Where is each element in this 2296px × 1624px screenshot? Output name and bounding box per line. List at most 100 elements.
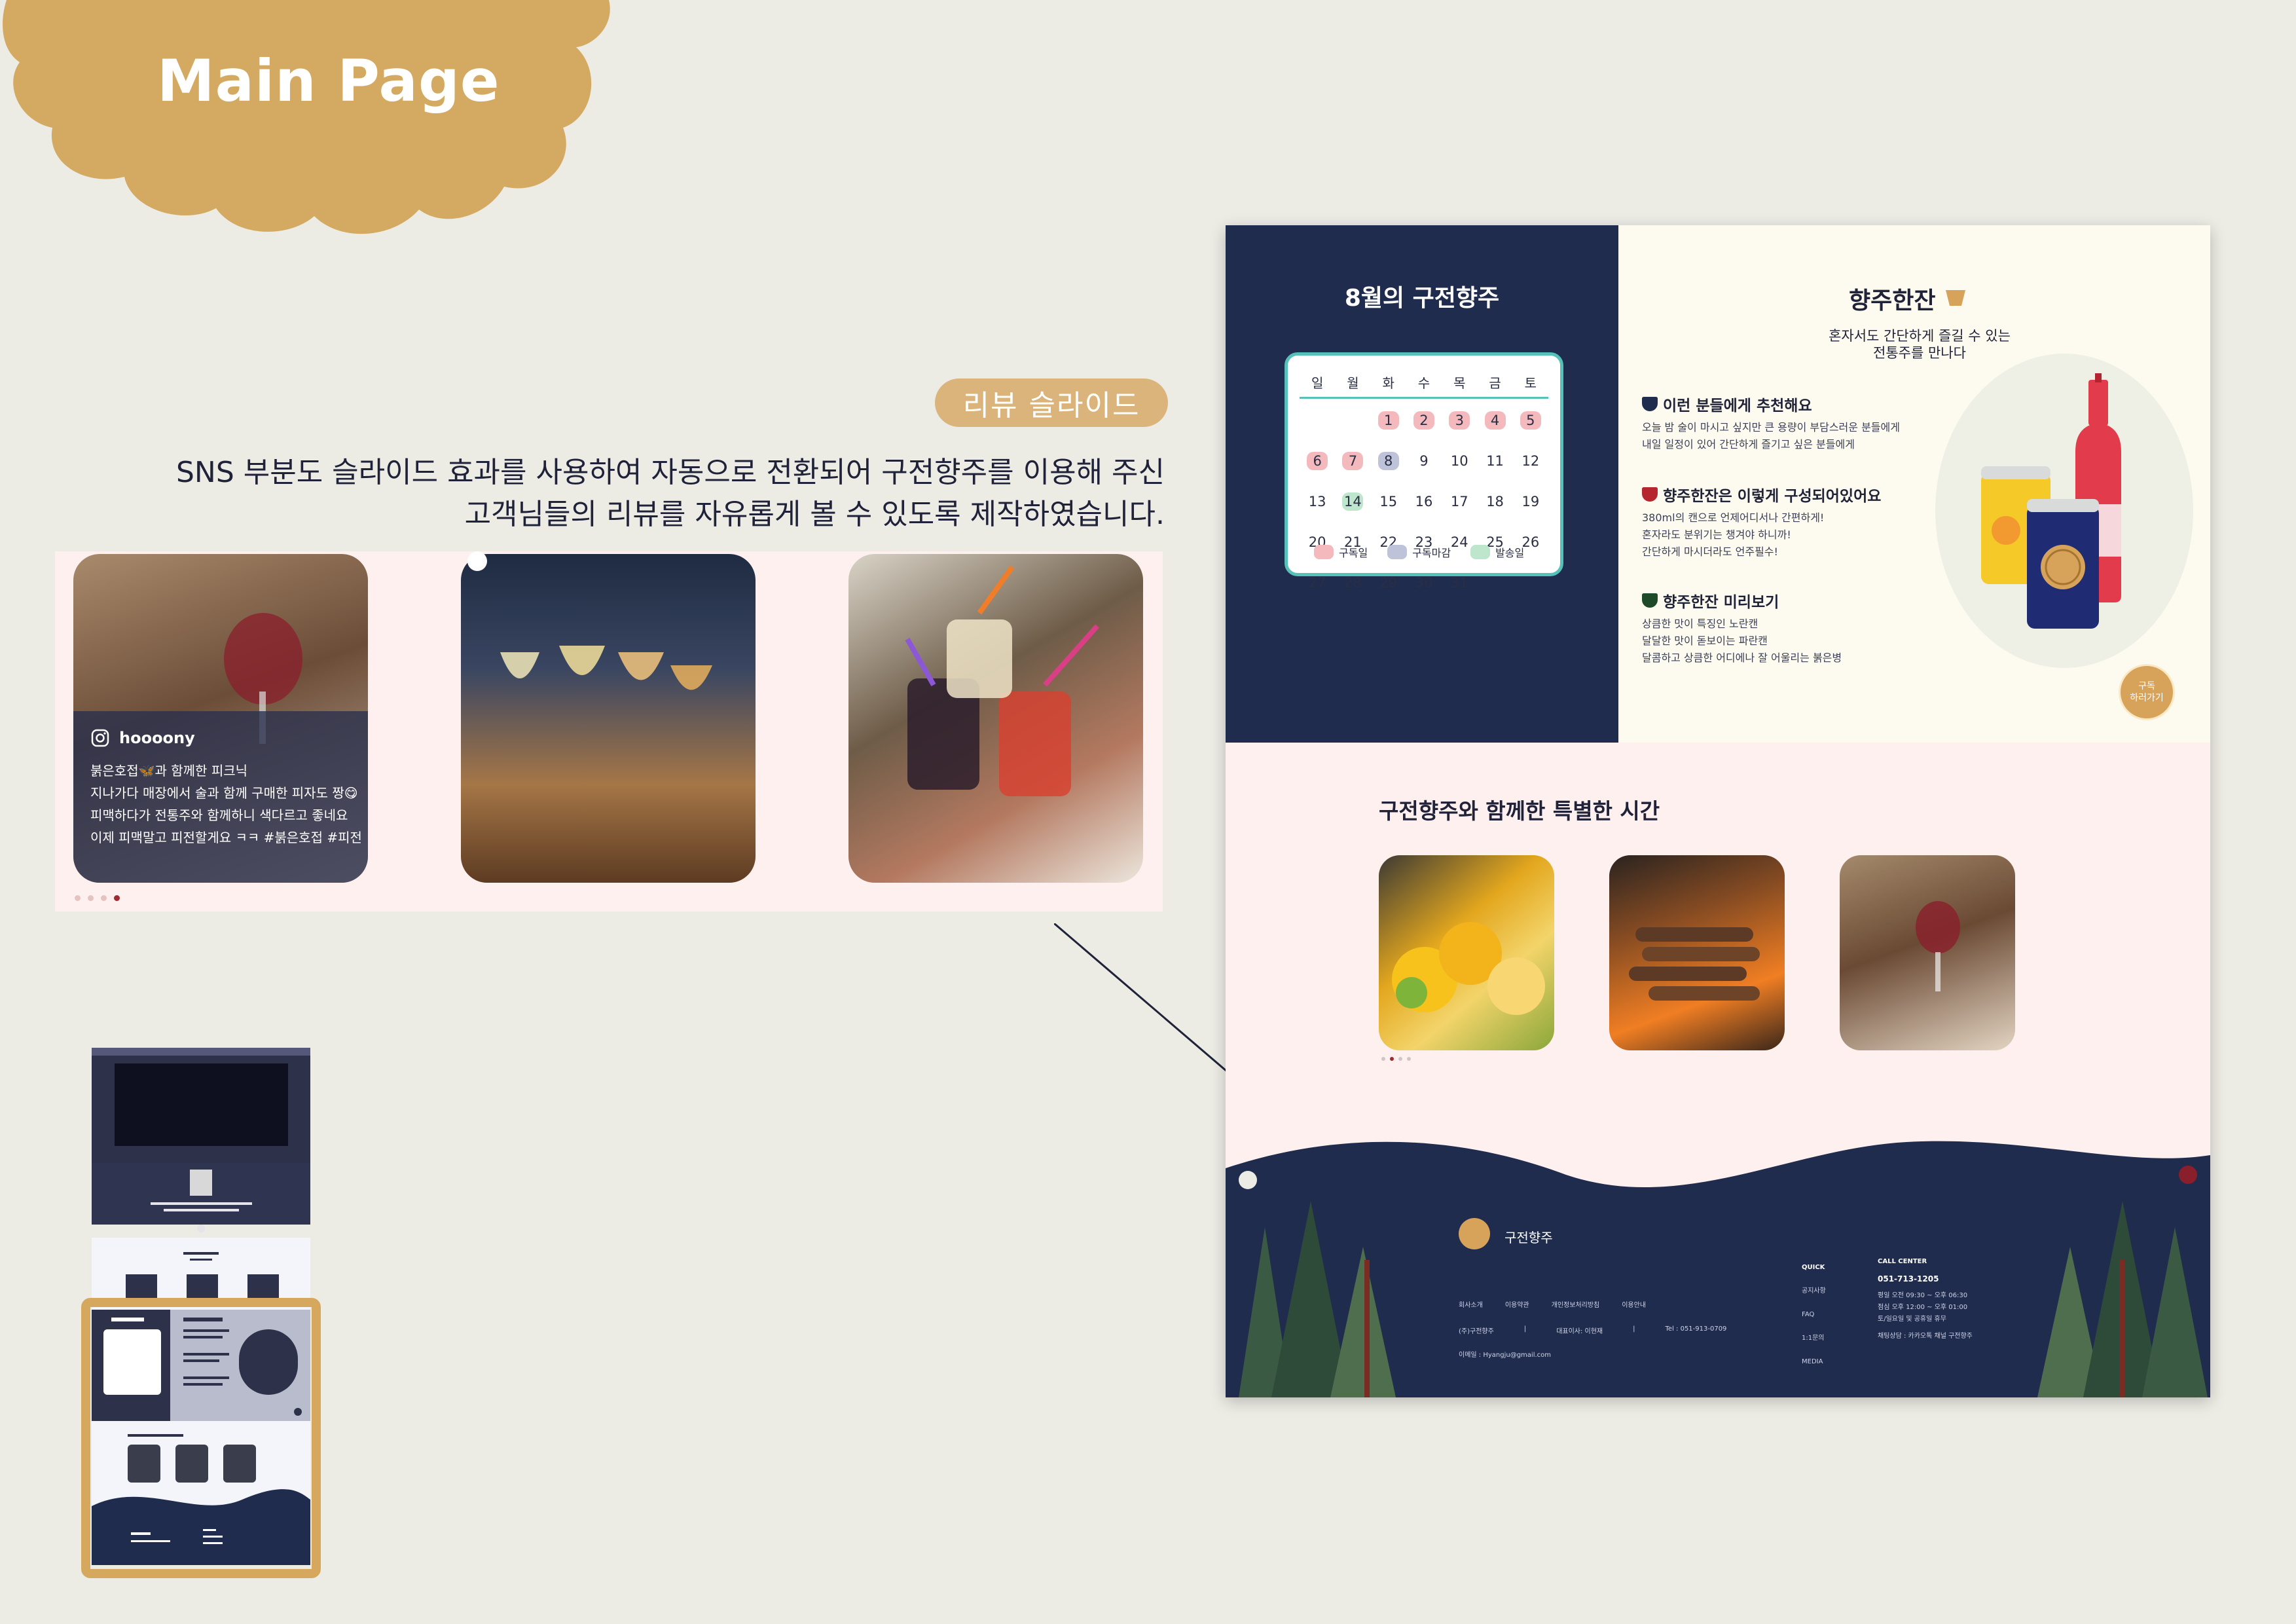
instagram-icon [91, 729, 109, 747]
review-text: 붉은호접🦋과 함께한 피크닉 지나가다 매장에서 술과 함께 구매한 피자도 짱… [90, 760, 362, 849]
grill-photo [1629, 927, 1760, 1001]
legend-close: 구독마감 [1387, 544, 1451, 560]
gallery-photo-wine[interactable] [1840, 855, 2015, 1050]
calendar-day[interactable]: 27 [1300, 566, 1335, 599]
pagination-dot[interactable] [1381, 1057, 1385, 1061]
review-line: 지나가다 매장에서 술과 함께 구매한 피자도 짱😋 [90, 785, 358, 801]
calendar-day[interactable]: 1 [1371, 404, 1406, 437]
subscription-calendar: 일 월 화 수 목 금 토 1 2 3 4 5 6 7 8 9 10 11 12 13 14 15 16 17 1… [1285, 352, 1563, 591]
pagination-dot[interactable] [101, 895, 107, 901]
legend-subscribe: 구독일 [1314, 544, 1368, 560]
calendar-day[interactable]: 2 [1406, 404, 1442, 437]
footer-background [1226, 1141, 2210, 1397]
calendar-day[interactable]: 29 [1371, 566, 1406, 599]
review-username: hoooony [119, 729, 195, 747]
calendar-day[interactable]: 4 [1477, 404, 1512, 437]
calendar-blank [1300, 404, 1335, 437]
calendar-day[interactable]: 28 [1335, 566, 1370, 599]
pagination-dot-active[interactable] [1390, 1057, 1394, 1061]
footer-link[interactable]: 개인정보처리방침 [1552, 1299, 1600, 1309]
calendar-day[interactable]: 8 [1371, 445, 1406, 477]
calendar-blank [1335, 404, 1370, 437]
quick-link[interactable]: MEDIA [1802, 1350, 1826, 1374]
desc-line: 고객님들의 리뷰를 자유롭게 볼 수 있도록 제작하였습니다. [464, 498, 1165, 531]
calendar-day[interactable]: 30 [1406, 566, 1442, 599]
pagination-dot[interactable] [88, 895, 94, 901]
calendar-day[interactable]: 3 [1442, 404, 1477, 437]
calendar-legend: 구독일 구독마감 발송일 [1314, 544, 1524, 560]
calendar-day[interactable]: 11 [1477, 445, 1512, 477]
product-title-text: 향주한잔 [1849, 287, 1936, 314]
pagination-dot[interactable] [75, 895, 81, 901]
quick-link[interactable]: 공지사항 [1802, 1280, 1826, 1303]
quick-link[interactable]: 1:1문의 [1802, 1327, 1826, 1350]
review-pagination[interactable] [75, 895, 120, 901]
product-illustration [1935, 354, 2193, 668]
calendar-day[interactable]: 7 [1335, 445, 1370, 477]
bottle-and-cans-illustration [1981, 373, 2121, 629]
review-line: 피맥하다가 전통주와 함께하니 색다르고 좋네요 [90, 807, 348, 823]
calendar-day[interactable]: 10 [1442, 445, 1477, 477]
cocktail-photo [905, 565, 1099, 796]
calendar-day[interactable]: 12 [1513, 445, 1548, 477]
calendar-day[interactable]: 18 [1477, 485, 1512, 518]
info-block-composition: 향주한잔은 이렇게 구성되어있어요 380ml의 캔으로 언제어디서나 간편하게… [1642, 483, 1969, 561]
footer-link[interactable]: 이용안내 [1622, 1299, 1646, 1309]
toast-photo [500, 646, 712, 690]
weekday: 수 [1417, 375, 1430, 391]
info-block-preview: 향주한잔 미리보기 상큼한 맛이 특징인 노란캔 달달한 맛이 돋보이는 파란캔… [1642, 589, 1969, 667]
weekday: 토 [1524, 375, 1537, 391]
cloud-shape [3, 0, 610, 234]
calendar-day[interactable]: 5 [1513, 404, 1548, 437]
pagination-dot-active[interactable] [114, 895, 120, 901]
section-description: SNS 부분도 슬라이드 효과를 사용하여 자동으로 전환되어 구전향주를 이용… [117, 452, 1165, 536]
review-overlay: hoooony 붉은호접🦋과 함께한 피크닉 지나가다 매장에서 술과 함께 구… [73, 711, 368, 883]
slider-marker [467, 551, 487, 571]
gallery-photo-grill[interactable] [1609, 855, 1785, 1050]
calendar-day[interactable]: 9 [1406, 445, 1442, 477]
calendar-days[interactable]: 1 2 3 4 5 6 7 8 9 10 11 12 13 14 15 16 17 18 19 20 21 22 23 24 2… [1300, 404, 1548, 599]
pagination-dot[interactable] [1407, 1057, 1411, 1061]
calendar-day[interactable]: 17 [1442, 485, 1477, 518]
wine-photo [1916, 901, 1960, 991]
review-card[interactable] [461, 554, 756, 883]
weekday: 화 [1382, 375, 1394, 391]
footer-quick-menu: QUICK 공지사항 FAQ 1:1문의 MEDIA [1802, 1256, 1826, 1374]
pagination-dot[interactable] [1398, 1057, 1402, 1061]
cup-icon [1946, 290, 1966, 306]
calendar-day[interactable]: 16 [1406, 485, 1442, 518]
calendar-panel: 8월의 구전향주 일 월 화 수 목 금 토 1 2 3 4 5 6 7 8 9 10 11 12 13… [1226, 225, 1618, 743]
calendar-day[interactable]: 14 [1335, 485, 1370, 518]
gallery-pagination[interactable] [1381, 1057, 1411, 1061]
quick-title: QUICK [1802, 1264, 1825, 1271]
review-line: 붉은호접🦋과 함께한 피크닉 [90, 763, 248, 779]
review-slider[interactable]: hoooony 붉은호접🦋과 함께한 피크닉 지나가다 매장에서 술과 함께 구… [55, 551, 1163, 912]
calendar-day[interactable]: 15 [1371, 485, 1406, 518]
cocktail-photo [1392, 922, 1545, 1015]
calendar-day[interactable]: 31 [1442, 566, 1477, 599]
call-number: 051-713-1205 [1878, 1274, 1939, 1283]
calendar-day[interactable]: 6 [1300, 445, 1335, 477]
footer-logo-icon[interactable] [1459, 1218, 1490, 1249]
gallery-photo-cocktails[interactable] [1379, 855, 1554, 1050]
calendar-day[interactable]: 13 [1300, 485, 1335, 518]
quick-link[interactable]: FAQ [1802, 1303, 1826, 1327]
footer-link[interactable]: 회사소개 [1459, 1299, 1483, 1309]
weekday: 월 [1347, 375, 1359, 391]
block-body: 380ml의 캔으로 언제어디서나 간편하게! 혼자라도 분위기는 챙겨야 하니… [1642, 511, 1825, 558]
gallery-title: 구전향주와 함께한 특별한 시간 [1379, 798, 1660, 824]
review-card[interactable] [848, 554, 1143, 883]
weekday: 일 [1311, 375, 1324, 391]
review-card[interactable]: hoooony 붉은호접🦋과 함께한 피크닉 지나가다 매장에서 술과 함께 구… [73, 554, 368, 883]
footer-link[interactable]: 이용약관 [1505, 1299, 1529, 1309]
footer-links: 회사소개 이용약관 개인정보처리방침 이용안내 [1459, 1299, 1646, 1309]
weekday: 목 [1453, 375, 1466, 391]
legend-ship: 발송일 [1470, 544, 1524, 560]
calendar-day[interactable]: 19 [1513, 485, 1548, 518]
block-heading: 향주한잔은 이렇게 구성되어있어요 [1642, 483, 1969, 506]
subscribe-button[interactable]: 구독 하러가기 [2119, 664, 2175, 720]
footer-call-center: CALL CENTER 051-713-1205 평일 오전 09:30 ~ 오… [1878, 1256, 1973, 1342]
footer-brand: 구전향주 [1504, 1230, 1553, 1246]
page-badge: Main Page [0, 0, 629, 242]
calendar-weekdays: 일 월 화 수 목 금 토 [1300, 373, 1548, 399]
